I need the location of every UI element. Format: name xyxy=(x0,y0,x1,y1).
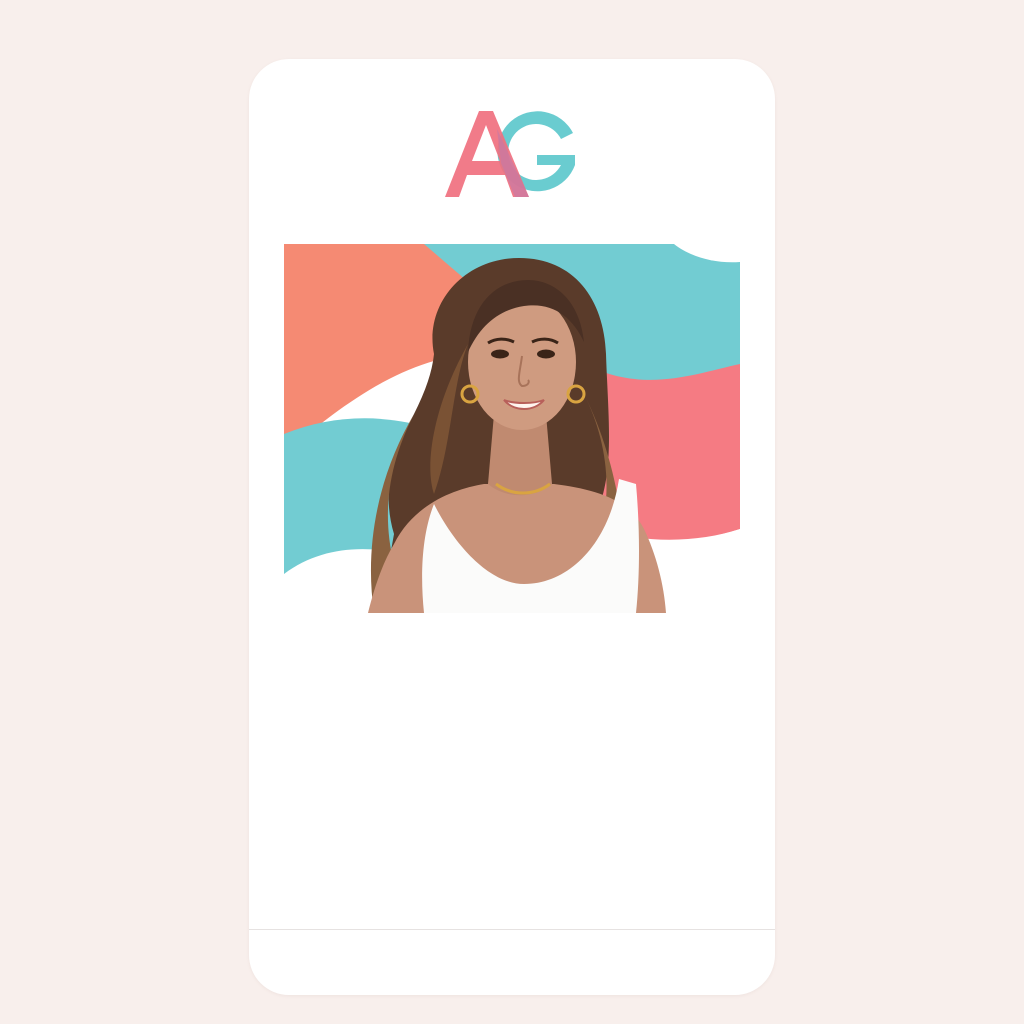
profile-portrait-icon xyxy=(284,244,740,613)
profile-card xyxy=(249,59,775,995)
page xyxy=(0,0,1024,1024)
profile-photo xyxy=(284,244,740,613)
ag-monogram-icon xyxy=(445,111,575,197)
footer-divider xyxy=(249,929,775,930)
brand-logo xyxy=(445,105,579,201)
